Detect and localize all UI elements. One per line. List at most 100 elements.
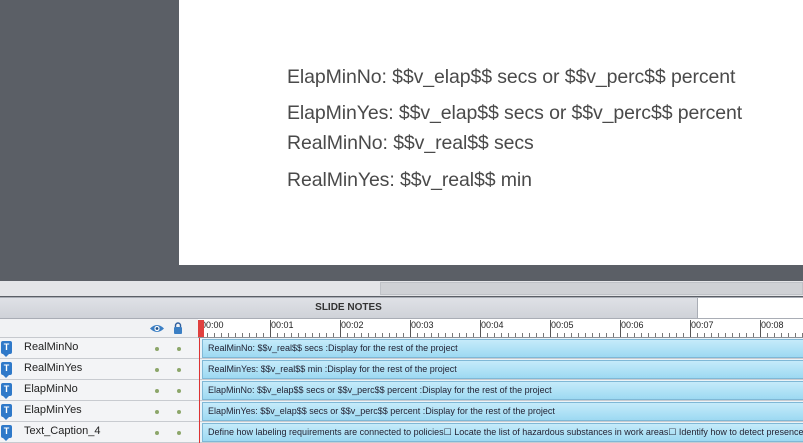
ruler-minor-tick [424,333,425,337]
ruler-minor-tick [634,333,635,337]
ruler-minor-tick [445,333,446,337]
ruler-minor-tick [767,333,768,337]
lock-icon[interactable] [173,322,183,334]
scrollbar-thumb[interactable] [380,282,803,295]
ruler-minor-tick [641,333,642,337]
ruler-minor-tick [648,333,649,337]
ruler-minor-tick [522,333,523,337]
ruler-minor-tick [298,333,299,337]
ruler-minor-tick [536,333,537,337]
ruler-minor-tick [291,333,292,337]
ruler-minor-tick [263,333,264,337]
ruler-minor-tick [655,333,656,337]
caption-elap-min-yes[interactable]: ElapMinYes: $$v_elap$$ secs or $$v_perc$… [287,102,742,125]
timeline-row[interactable]: T ElapMinNo ElapMinNo: $$v_elap$$ secs or … [0,380,803,401]
visibility-dot[interactable] [155,410,159,414]
ruler-tick-label: 00:02 [341,320,364,330]
timeline-object-bar[interactable]: ElapMinNo: $$v_elap$$ secs or $$v_perc$$… [202,381,803,400]
timeline-row-header[interactable]: T ElapMinNo [0,380,198,401]
ruler-minor-tick [375,333,376,337]
ruler-minor-tick [564,333,565,337]
ruler-minor-tick [697,333,698,337]
ruler-tick-label: 00:00 [201,320,224,330]
ruler-minor-tick [704,333,705,337]
ruler-minor-tick [368,333,369,337]
ruler-minor-tick [529,333,530,337]
ruler-minor-tick [256,333,257,337]
timeline-row-name: ElapMinNo [24,383,78,395]
slide-notes-bar[interactable]: SLIDE NOTES [0,297,697,319]
ruler-minor-tick [431,333,432,337]
timeline-row[interactable]: T Text_Caption_4 Define how labeling requi… [0,422,803,443]
text-caption-icon: T [1,362,12,378]
ruler-minor-tick [382,333,383,337]
timeline-object-bar[interactable]: ElapMinYes: $$v_elap$$ secs or $$v_perc$… [202,402,803,421]
ruler-minor-tick [739,333,740,337]
text-caption-icon: T [1,404,12,420]
text-caption-icon: T [1,341,12,357]
timeline-row-header[interactable]: T RealMinNo [0,338,198,359]
caption-real-min-no[interactable]: RealMinNo: $$v_real$$ secs [287,132,534,155]
visibility-dot[interactable] [155,368,159,372]
lock-dot[interactable] [177,410,181,414]
ruler-minor-tick [781,333,782,337]
ruler-minor-tick [249,333,250,337]
timeline-object-bar[interactable]: RealMinYes: $$v_real$$ min :Display for … [202,360,803,379]
notes-bar-spacer [697,297,803,319]
visibility-dot[interactable] [155,347,159,351]
ruler-minor-tick [361,333,362,337]
ruler-minor-tick [746,333,747,337]
ruler-minor-tick [354,333,355,337]
ruler-minor-tick [676,333,677,337]
ruler-minor-tick [242,333,243,337]
timeline-row-name: RealMinNo [24,341,79,353]
ruler-minor-tick [683,333,684,337]
lock-dot[interactable] [177,389,181,393]
ruler-minor-tick [501,333,502,337]
ruler-tick-label: 00:06 [621,320,644,330]
caption-real-min-yes[interactable]: RealMinYes: $$v_real$$ min [287,169,532,192]
ruler-minor-tick [284,333,285,337]
timeline-row-header[interactable]: T ElapMinYes [0,401,198,422]
timeline-row[interactable]: T ElapMinYes ElapMinYes: $$v_elap$$ secs o… [0,401,803,422]
ruler-minor-tick [389,333,390,337]
timeline-row-name: RealMinYes [24,362,83,374]
timeline-object-bar[interactable]: RealMinNo: $$v_real$$ secs :Display for … [202,339,803,358]
ruler-minor-tick [515,333,516,337]
ruler-minor-tick [543,333,544,337]
ruler-minor-tick [585,333,586,337]
caption-elap-min-no[interactable]: ElapMinNo: $$v_elap$$ secs or $$v_perc$$… [287,66,735,89]
playhead-line [199,338,200,443]
ruler-minor-tick [305,333,306,337]
lock-dot[interactable] [177,368,181,372]
timeline-object-bar[interactable]: Define how labeling requirements are con… [202,423,803,442]
ruler-minor-tick [403,333,404,337]
eye-icon[interactable] [149,323,165,334]
ruler-minor-tick [319,333,320,337]
slide-canvas[interactable]: ElapMinNo: $$v_elap$$ secs or $$v_perc$$… [179,0,803,265]
ruler-minor-tick [788,333,789,337]
timeline-row-header[interactable]: T RealMinYes [0,359,198,380]
timeline-header [0,319,198,338]
visibility-dot[interactable] [155,431,159,435]
lock-dot[interactable] [177,347,181,351]
ruler-minor-tick [508,333,509,337]
timeline-row[interactable]: T RealMinNo RealMinNo: $$v_real$$ secs :Di… [0,338,803,359]
timeline-row[interactable]: T RealMinYes RealMinYes: $$v_real$$ min :D… [0,359,803,380]
ruler-minor-tick [228,333,229,337]
timeline-ruler[interactable]: 00:00 00:01 00:02 00:03 00:04 00:05 00:06 00:07… [198,319,803,338]
lock-dot[interactable] [177,431,181,435]
ruler-minor-tick [347,333,348,337]
slide-notes-label: SLIDE NOTES [315,302,382,313]
ruler-minor-tick [312,333,313,337]
visibility-dot[interactable] [155,389,159,393]
ruler-minor-tick [732,333,733,337]
timeline-row-header[interactable]: T Text_Caption_4 [0,422,198,443]
ruler-minor-tick [774,333,775,337]
ruler-minor-tick [459,333,460,337]
ruler-minor-tick [214,333,215,337]
ruler-minor-tick [662,333,663,337]
ruler-tick-label: 00:01 [271,320,294,330]
playhead-marker[interactable] [198,320,204,337]
ruler-minor-tick [235,333,236,337]
